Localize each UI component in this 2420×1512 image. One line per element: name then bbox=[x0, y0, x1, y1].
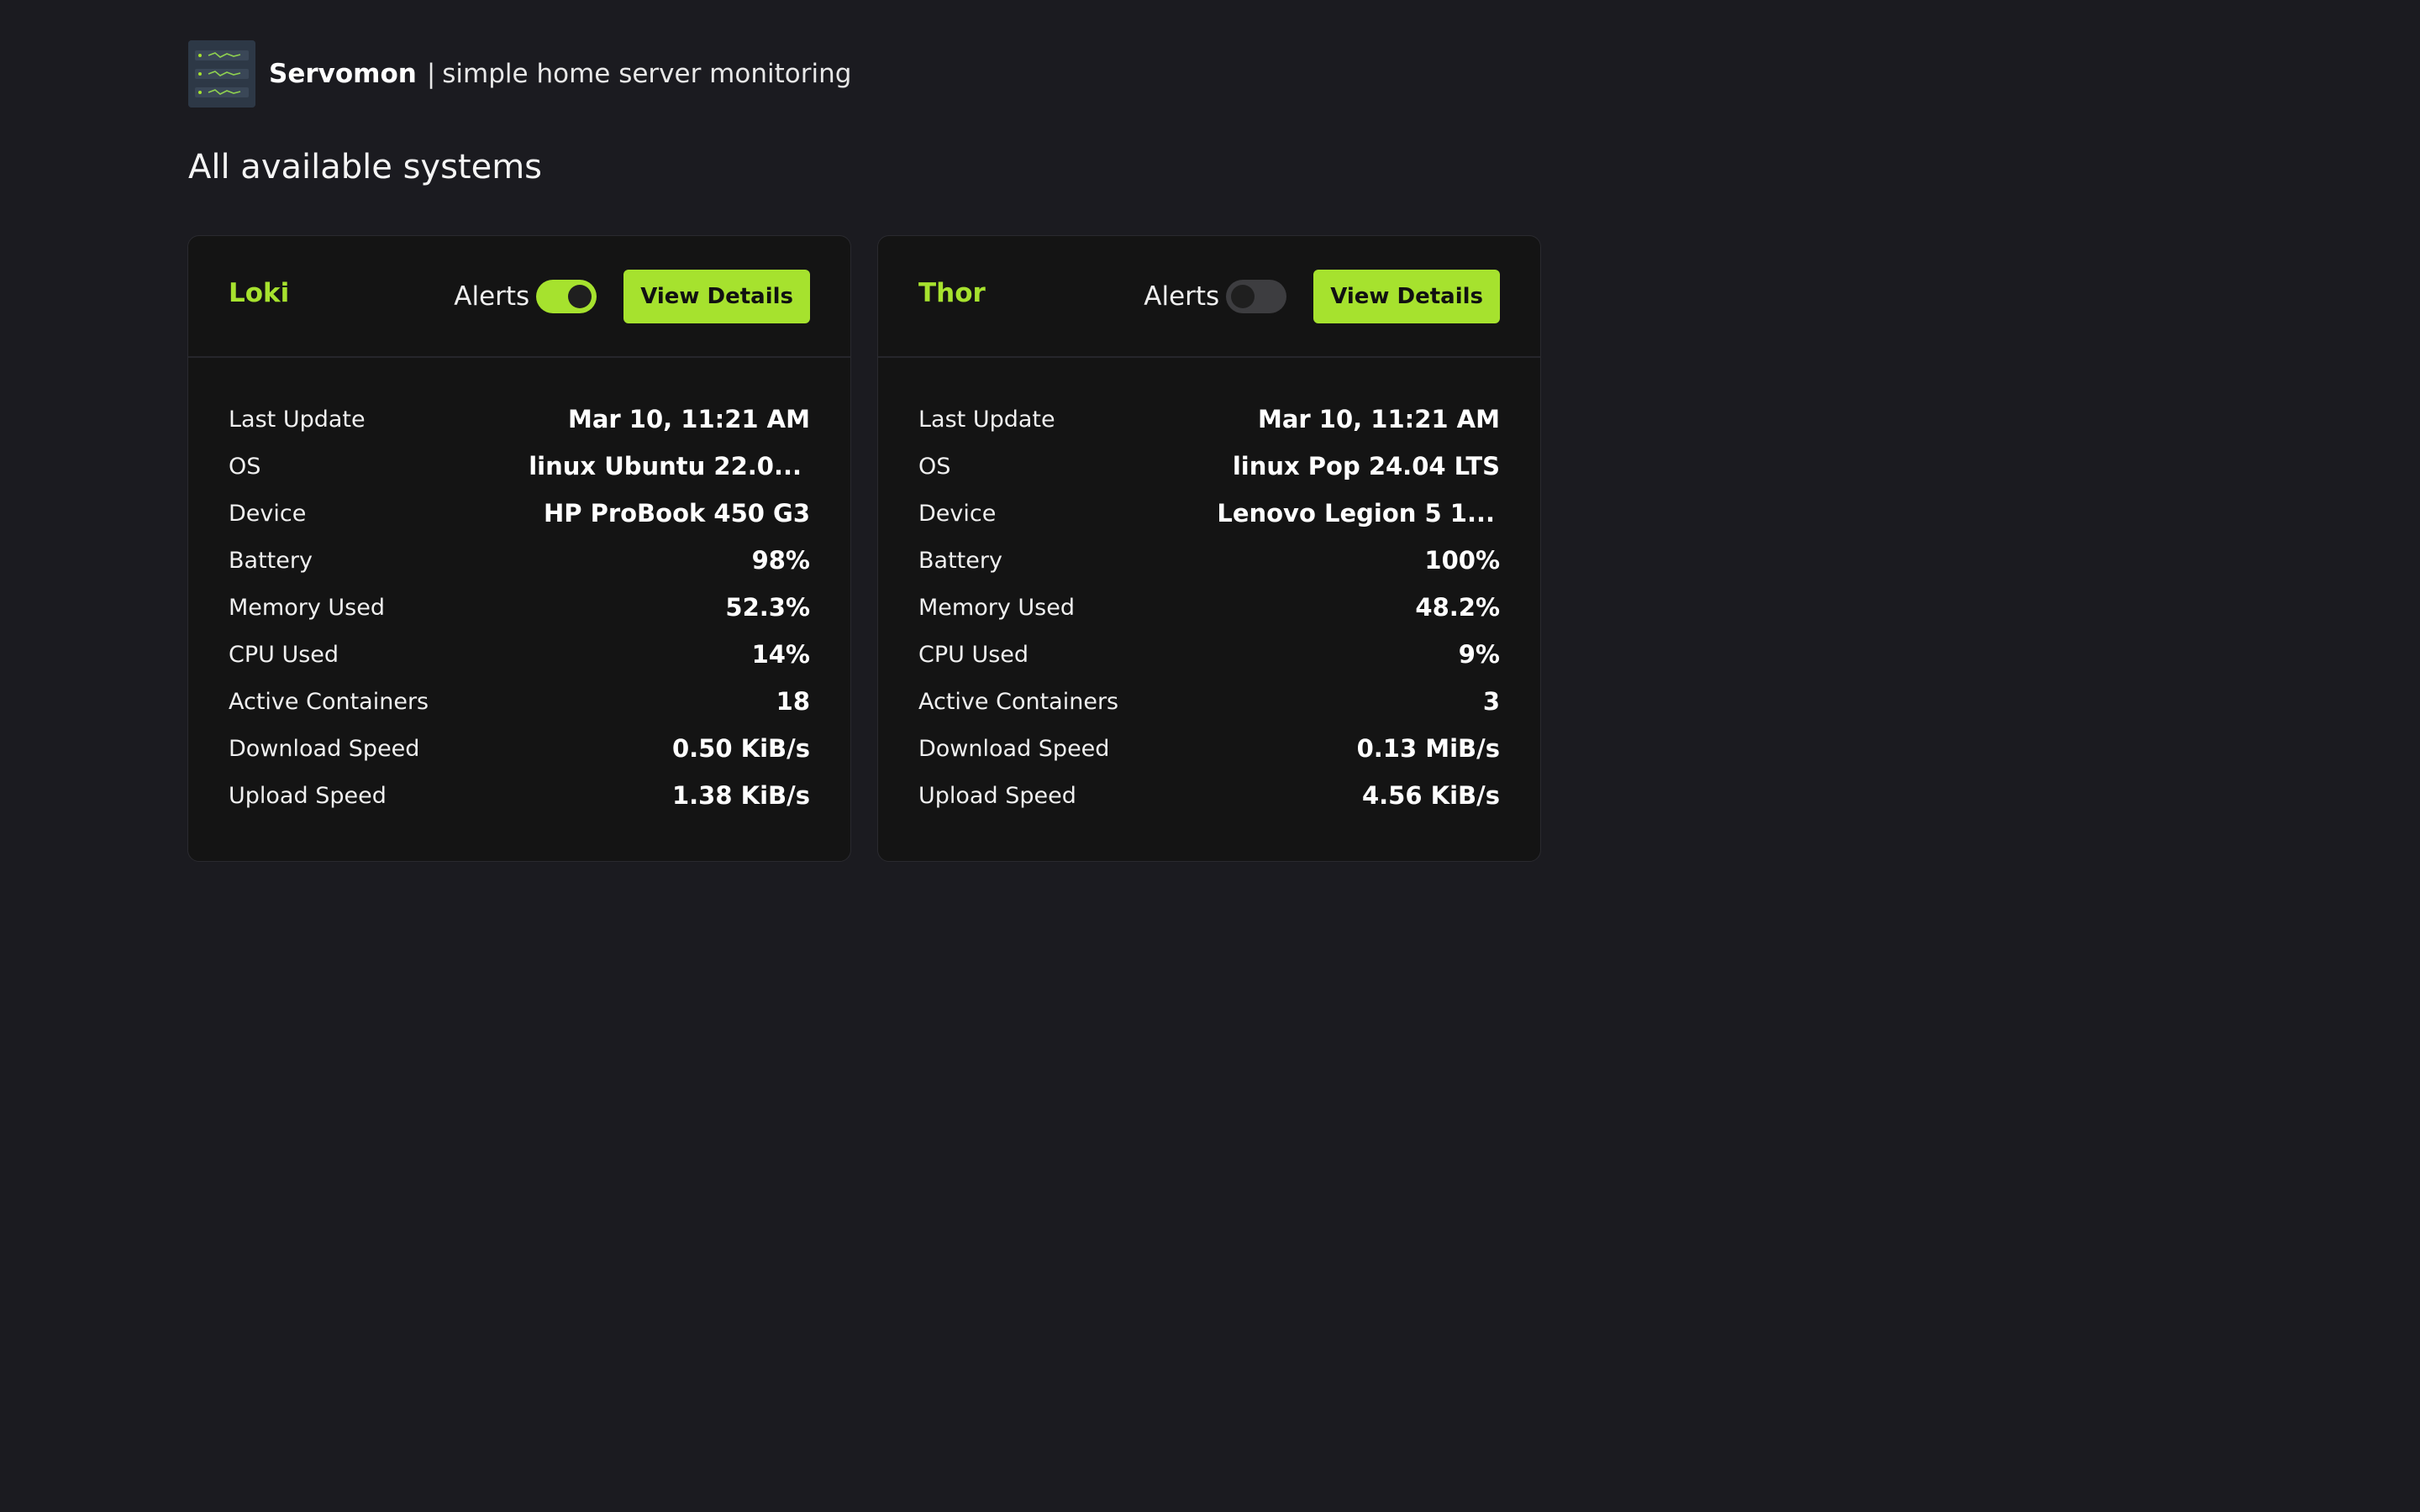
stat-row: Upload Speed 1.38 KiB/s bbox=[229, 772, 810, 819]
stat-label: Memory Used bbox=[229, 594, 385, 621]
stat-label: CPU Used bbox=[229, 641, 339, 668]
toggle-knob bbox=[568, 285, 592, 308]
stat-row: CPU Used 14% bbox=[229, 631, 810, 678]
stat-label: Device bbox=[918, 500, 997, 527]
stat-row: Device HP ProBook 450 G3 bbox=[229, 490, 810, 537]
page: Servomon | simple home server monitoring… bbox=[0, 0, 2420, 1512]
stat-row: Device Lenovo Legion 5 1... bbox=[918, 490, 1500, 537]
stat-value: linux Pop 24.04 LTS bbox=[1232, 452, 1500, 480]
card-header: Loki Alerts View Details bbox=[188, 236, 850, 358]
view-details-button[interactable]: View Details bbox=[623, 270, 810, 323]
alerts-label: Alerts bbox=[1144, 281, 1220, 312]
system-card-thor: Thor Alerts View Details Last Update Mar… bbox=[877, 235, 1541, 862]
stat-label: Device bbox=[229, 500, 307, 527]
stat-row: CPU Used 9% bbox=[918, 631, 1500, 678]
stat-row: Upload Speed 4.56 KiB/s bbox=[918, 772, 1500, 819]
stat-label: Last Update bbox=[229, 406, 366, 433]
alerts-toggle[interactable] bbox=[536, 280, 597, 313]
alerts-toggle[interactable] bbox=[1226, 280, 1287, 313]
view-details-button[interactable]: View Details bbox=[1313, 270, 1500, 323]
stat-row: Active Containers 18 bbox=[229, 678, 810, 725]
stat-row: Memory Used 48.2% bbox=[918, 584, 1500, 631]
page-title: All available systems bbox=[188, 148, 543, 186]
stat-value: 1.38 KiB/s bbox=[671, 781, 810, 810]
stat-row: Last Update Mar 10, 11:21 AM bbox=[918, 396, 1500, 443]
stat-row: Battery 98% bbox=[229, 537, 810, 584]
stat-value: 48.2% bbox=[1415, 593, 1500, 622]
brand-tagline: simple home server monitoring bbox=[442, 59, 852, 89]
brand-name: Servomon bbox=[269, 59, 417, 89]
stat-label: Active Containers bbox=[918, 688, 1119, 715]
stat-value: Mar 10, 11:21 AM bbox=[567, 405, 810, 433]
card-actions: Alerts View Details bbox=[454, 270, 810, 323]
stat-row: Last Update Mar 10, 11:21 AM bbox=[229, 396, 810, 443]
stat-label: OS bbox=[918, 453, 951, 480]
stat-row: Memory Used 52.3% bbox=[229, 584, 810, 631]
stat-label: Last Update bbox=[918, 406, 1055, 433]
stat-label: Upload Speed bbox=[229, 782, 387, 809]
server-logo-icon bbox=[188, 40, 255, 108]
system-name: Thor bbox=[918, 278, 986, 308]
stat-value: HP ProBook 450 G3 bbox=[543, 499, 810, 528]
brand-separator: | bbox=[426, 59, 436, 89]
stat-row: OS linux Ubuntu 22.0... bbox=[229, 443, 810, 490]
stat-label: OS bbox=[229, 453, 261, 480]
stat-row: Battery 100% bbox=[918, 537, 1500, 584]
system-stats: Last Update Mar 10, 11:21 AM OS linux Po… bbox=[918, 396, 1500, 819]
stat-value: 98% bbox=[751, 546, 810, 575]
app-header: Servomon | simple home server monitoring bbox=[188, 40, 851, 108]
stat-value: 0.13 MiB/s bbox=[1356, 734, 1500, 763]
stat-value: 9% bbox=[1458, 640, 1500, 669]
stat-value: 14% bbox=[751, 640, 810, 669]
stat-label: Battery bbox=[229, 547, 313, 574]
stat-label: Download Speed bbox=[229, 735, 420, 762]
system-card-loki: Loki Alerts View Details Last Update Mar… bbox=[187, 235, 851, 862]
stat-row: OS linux Pop 24.04 LTS bbox=[918, 443, 1500, 490]
card-header: Thor Alerts View Details bbox=[878, 236, 1540, 358]
stat-value: 4.56 KiB/s bbox=[1361, 781, 1500, 810]
stat-label: Memory Used bbox=[918, 594, 1075, 621]
stat-row: Active Containers 3 bbox=[918, 678, 1500, 725]
system-stats: Last Update Mar 10, 11:21 AM OS linux Ub… bbox=[229, 396, 810, 819]
stat-value: 0.50 KiB/s bbox=[671, 734, 810, 763]
stat-row: Download Speed 0.13 MiB/s bbox=[918, 725, 1500, 772]
stat-label: Active Containers bbox=[229, 688, 429, 715]
stat-value: 52.3% bbox=[725, 593, 810, 622]
stat-value: 3 bbox=[1482, 687, 1500, 716]
stat-label: Upload Speed bbox=[918, 782, 1076, 809]
stat-label: CPU Used bbox=[918, 641, 1029, 668]
stat-value: 18 bbox=[776, 687, 810, 716]
stat-value: Lenovo Legion 5 1... bbox=[1217, 499, 1495, 528]
system-name: Loki bbox=[229, 278, 290, 308]
card-actions: Alerts View Details bbox=[1144, 270, 1500, 323]
alerts-label: Alerts bbox=[454, 281, 530, 312]
stat-value: Mar 10, 11:21 AM bbox=[1257, 405, 1500, 433]
stat-label: Battery bbox=[918, 547, 1002, 574]
toggle-knob bbox=[1231, 285, 1255, 308]
brand: Servomon | simple home server monitoring bbox=[269, 59, 851, 89]
stat-value: linux Ubuntu 22.0... bbox=[529, 452, 802, 480]
stat-row: Download Speed 0.50 KiB/s bbox=[229, 725, 810, 772]
stat-value: 100% bbox=[1424, 546, 1500, 575]
stat-label: Download Speed bbox=[918, 735, 1110, 762]
